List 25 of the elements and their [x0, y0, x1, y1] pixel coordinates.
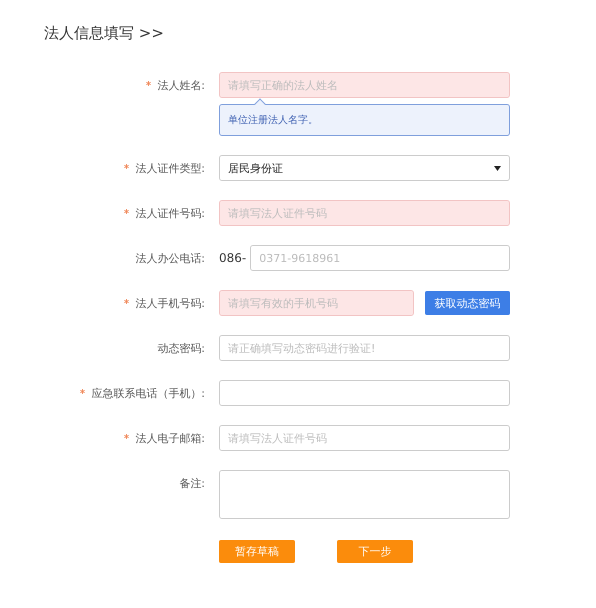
select-field[interactable]: 居民身份证 — [219, 155, 510, 181]
field-label: 法人证件号码: — [135, 206, 205, 220]
phone-prefix: 086- — [219, 251, 246, 265]
input-field[interactable]: 0371-9618961 — [250, 245, 510, 271]
action-button[interactable]: 下一步 — [337, 540, 413, 563]
action-button[interactable]: 暂存草稿 — [219, 540, 295, 563]
field-label: 应急联系电话（手机）: — [91, 386, 205, 400]
input-field[interactable]: 请填写有效的手机号码 — [219, 290, 414, 316]
field-label: 备注: — [179, 476, 205, 491]
field-label: 法人电子邮箱: — [135, 430, 205, 446]
page-title: 法人信息填写 >> — [44, 24, 165, 43]
field-label: 动态密码: — [157, 340, 205, 356]
input-field[interactable] — [219, 380, 510, 406]
field-label: 法人证件类型: — [135, 160, 205, 176]
input-field[interactable]: 请填写法人证件号码 — [219, 200, 510, 226]
input-field[interactable]: 请填写法人证件号码 — [219, 425, 510, 451]
field-label: 法人姓名: — [157, 78, 205, 92]
caret-icon — [494, 166, 501, 170]
get-code-button[interactable]: 获取动态密码 — [425, 291, 510, 315]
input-field[interactable]: 请填写正确的法人姓名 — [219, 72, 510, 98]
field-label: 法人办公电话: — [135, 250, 205, 266]
field-label: 法人手机号码: — [135, 296, 205, 310]
remarks-field[interactable] — [219, 470, 510, 519]
hint-text: 单位注册法人名字。 — [228, 114, 318, 127]
input-field[interactable]: 请正确填写动态密码进行验证! — [219, 335, 510, 361]
